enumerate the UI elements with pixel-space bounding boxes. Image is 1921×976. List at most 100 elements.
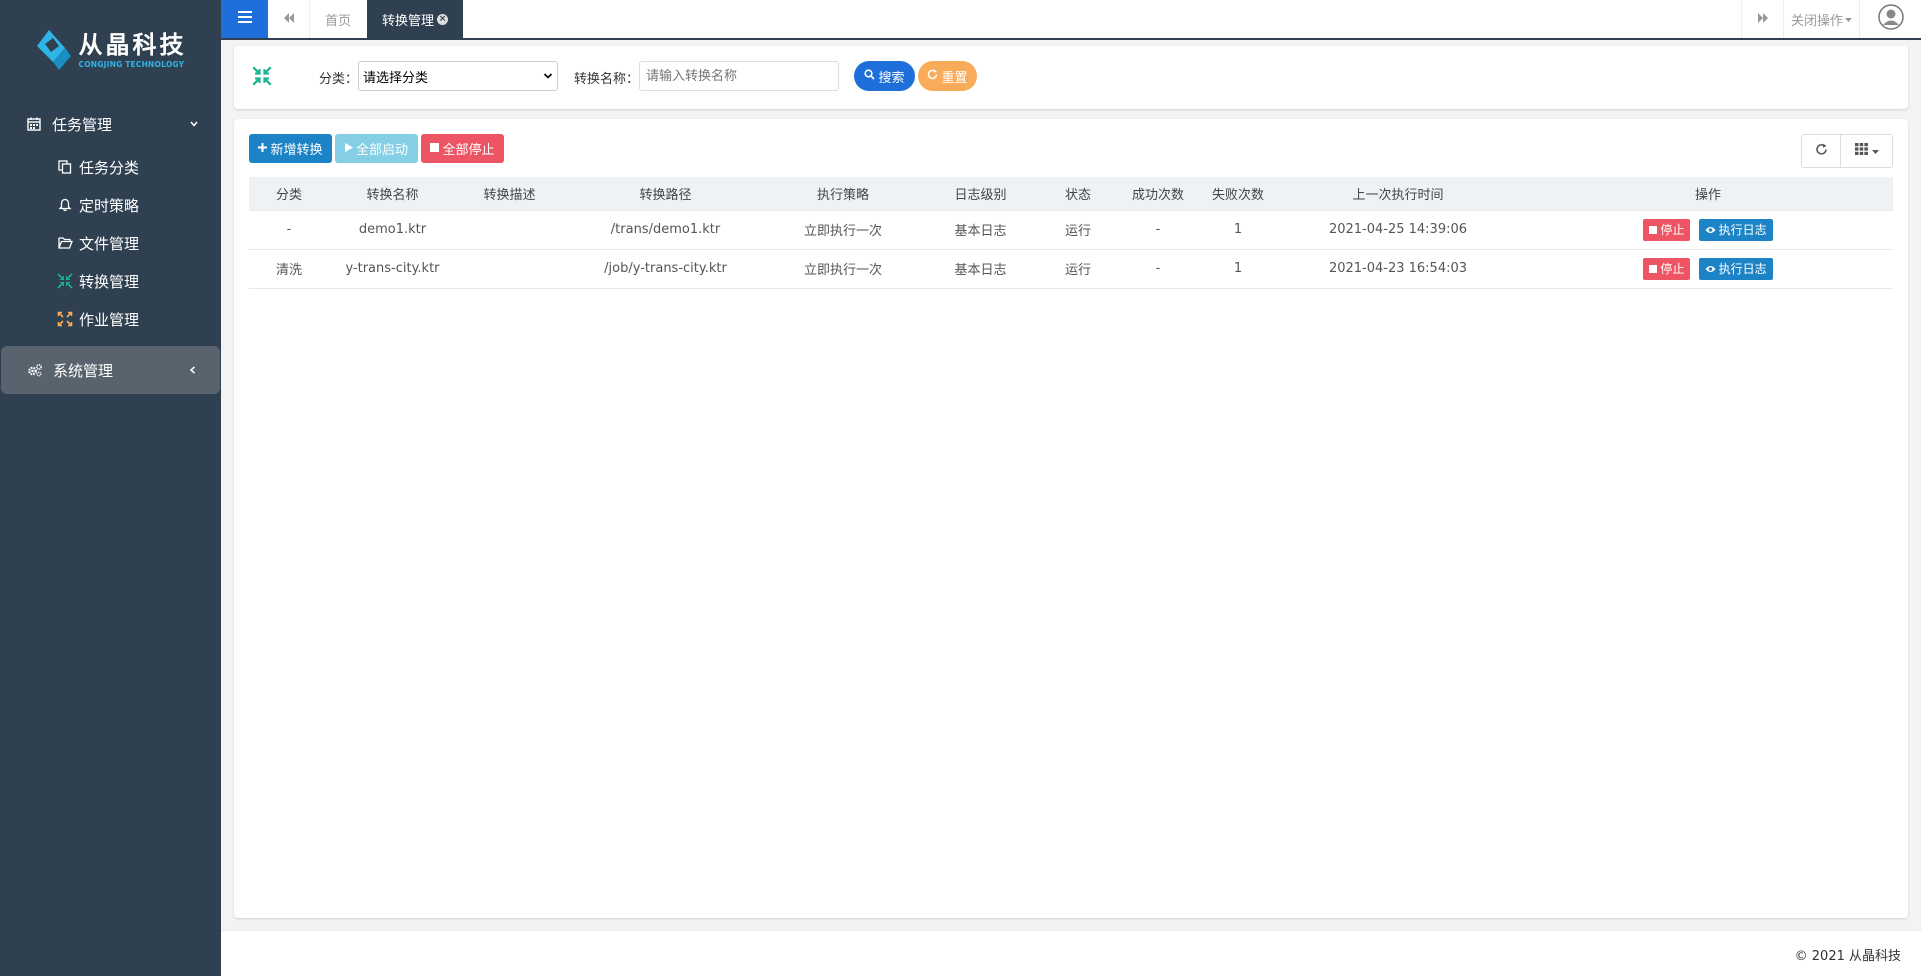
stop-all-button[interactable]: 全部停止 [421,134,504,163]
table-header-row: 分类 转换名称 转换描述 转换路径 执行策略 日志级别 状态 成功次数 失败次数… [249,177,1893,211]
menu-toggle-button[interactable] [221,0,268,38]
cell-last-run: 2021-04-23 16:54:03 [1273,249,1523,289]
stop-all-label: 全部停止 [442,143,495,158]
column-header[interactable]: 转换名称 [329,177,456,211]
caret-down-icon [1871,144,1879,159]
close-operations-label: 关闭操作 [1790,13,1843,29]
execution-log-label: 执行日志 [1718,262,1767,276]
columns-toggle-button[interactable] [1841,134,1893,168]
sidebar-group-task-management[interactable]: 任务管理 [0,100,221,148]
stop-icon [1649,262,1658,276]
chevron-left-icon [188,361,198,379]
double-chevron-left-icon [283,12,295,27]
cell-actions: 停止 执行日志 [1523,249,1893,289]
sidebar-item-task-category[interactable]: 任务分类 [0,148,221,186]
start-all-button[interactable]: 全部启动 [335,134,418,163]
column-header[interactable]: 执行策略 [768,177,918,211]
user-avatar-icon [1877,4,1904,34]
eye-icon [1705,262,1716,276]
gears-icon [26,362,43,378]
execution-log-label: 执行日志 [1718,223,1767,237]
bell-icon [57,197,73,213]
sidebar-item-label: 定时策略 [79,196,140,215]
sidebar-item-file-management[interactable]: 文件管理 [0,224,221,262]
search-button[interactable]: 搜索 [854,61,915,91]
cell-status: 运行 [1043,210,1113,250]
cell-desc [456,210,563,250]
cell-fail-count: 1 [1203,249,1273,289]
cell-category: 清洗 [249,249,329,289]
reset-button-label: 重置 [941,70,968,86]
cell-strategy: 立即执行一次 [768,210,918,250]
play-icon [344,141,353,156]
stop-icon [1649,223,1658,237]
transform-table: 分类 转换名称 转换描述 转换路径 执行策略 日志级别 状态 成功次数 失败次数… [249,177,1893,289]
stop-button-label: 停止 [1660,262,1685,276]
tabs-scroll-right-button[interactable] [1741,0,1783,38]
expand-icon [57,311,73,327]
cell-success-count: - [1113,210,1203,250]
tabs-scroll-left-button[interactable] [268,0,310,38]
sidebar-group-label: 系统管理 [53,361,114,380]
stop-button[interactable]: 停止 [1643,257,1691,280]
column-header[interactable]: 成功次数 [1113,177,1203,211]
close-tab-icon[interactable]: × [437,13,448,25]
sidebar-item-schedule[interactable]: 定时策略 [0,186,221,224]
copyright-text: © 2021 从晶科技 [1794,949,1901,964]
sidebar-item-job-management[interactable]: 作业管理 [0,300,221,338]
tab-transform-management[interactable]: 转换管理 × [367,0,463,38]
hamburger-icon [237,11,252,27]
cell-status: 运行 [1043,249,1113,289]
column-header[interactable]: 日志级别 [918,177,1043,211]
task-submenu: 任务分类 定时策略 文件管理 转换管理 作业管理 [0,148,221,344]
add-transform-button[interactable]: 新增转换 [249,134,332,163]
tab-home[interactable]: 首页 [310,0,369,38]
eye-icon [1705,223,1716,237]
sidebar: 从晶科技 CONGJING TECHNOLOGY 任务管理 任务分类 定时策略 [0,0,221,976]
table-row[interactable]: - demo1.ktr /trans/demo1.ktr 立即执行一次 基本日志… [249,210,1893,250]
column-header[interactable]: 转换描述 [456,177,563,211]
column-header[interactable]: 分类 [249,177,329,211]
plus-icon [258,141,268,156]
caret-down-icon [1845,12,1852,27]
sidebar-item-transform-management[interactable]: 转换管理 [0,262,221,300]
transform-name-label: 转换名称： [574,72,640,87]
logo[interactable]: 从晶科技 CONGJING TECHNOLOGY [0,0,221,100]
folder-open-icon [57,235,73,251]
transform-name-input[interactable] [639,61,839,91]
reset-button[interactable]: 重置 [918,61,977,91]
execution-log-button[interactable]: 执行日志 [1698,257,1773,280]
avatar[interactable] [1859,0,1921,38]
execution-log-button[interactable]: 执行日志 [1698,218,1773,241]
column-header[interactable]: 上一次执行时间 [1273,177,1523,211]
column-header[interactable]: 失败次数 [1203,177,1273,211]
sidebar-item-label: 任务分类 [79,158,140,177]
close-operations-dropdown[interactable]: 关闭操作 [1783,0,1859,38]
stop-button-label: 停止 [1660,223,1685,237]
logo-title: 从晶科技 [78,31,187,59]
sidebar-group-label: 任务管理 [52,115,113,134]
column-header[interactable]: 转换路径 [563,177,768,211]
sidebar-item-label: 作业管理 [79,310,140,329]
stop-button[interactable]: 停止 [1643,218,1691,241]
category-select[interactable]: 请选择分类 [358,61,558,91]
calendar-icon [25,116,42,132]
cell-category: - [249,210,329,250]
refresh-table-button[interactable] [1801,134,1841,168]
compress-icon [57,273,73,289]
grid-icon [1854,143,1868,159]
table-row[interactable]: 清洗 y-trans-city.ktr /job/y-trans-city.kt… [249,249,1893,289]
cell-desc [456,249,563,289]
cell-strategy: 立即执行一次 [768,249,918,289]
top-navbar: 首页 转换管理 × 关闭操作 [221,0,1921,40]
table-tools [1801,134,1893,168]
stop-icon [430,141,440,156]
cell-success-count: - [1113,249,1203,289]
sidebar-item-label: 转换管理 [79,272,140,291]
search-icon [864,68,876,84]
footer: © 2021 从晶科技 [221,930,1921,976]
column-header[interactable]: 状态 [1043,177,1113,211]
sidebar-group-system-management[interactable]: 系统管理 [1,346,220,394]
add-transform-label: 新增转换 [270,143,323,158]
tab-label: 首页 [325,13,352,29]
